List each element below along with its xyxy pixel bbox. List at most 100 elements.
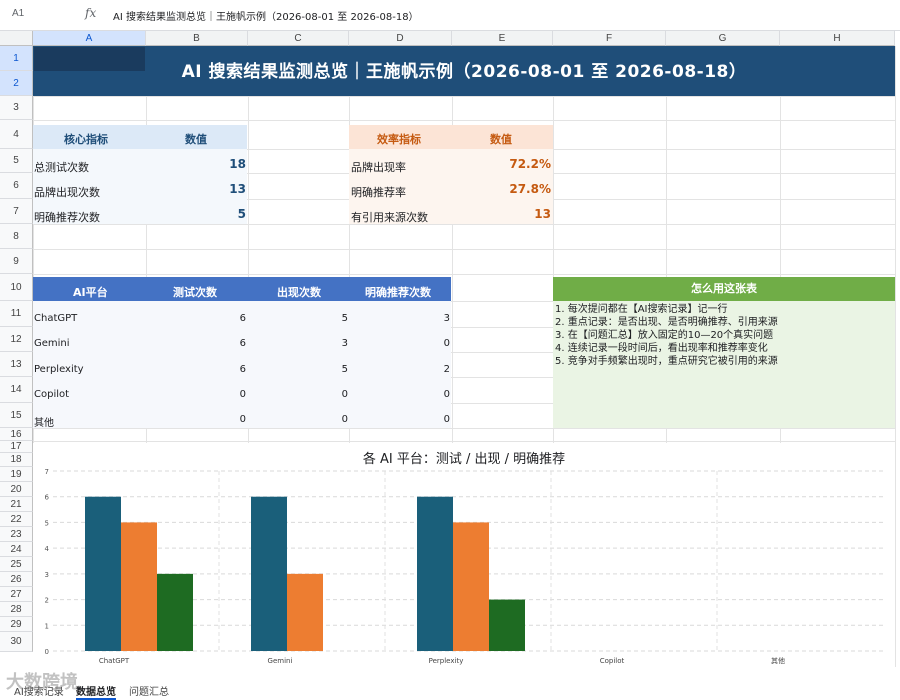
row-header-2[interactable]: 2 xyxy=(0,71,33,96)
core-label-2[interactable]: 品牌出现次数 xyxy=(34,184,100,200)
row-header-17[interactable]: 17 xyxy=(0,441,33,453)
platform-value-cell[interactable]: 0 xyxy=(186,389,246,400)
row-header-4[interactable]: 4 xyxy=(0,120,33,149)
row-header-15[interactable]: 15 xyxy=(0,403,33,428)
row-header-16[interactable]: 16 xyxy=(0,428,33,441)
y-tick-label: 3 xyxy=(45,571,49,579)
row-header-6[interactable]: 6 xyxy=(0,173,33,199)
platform-name-cell[interactable]: Copilot xyxy=(34,389,69,400)
platform-value-cell[interactable]: 6 xyxy=(186,313,246,324)
platform-value-cell[interactable]: 5 xyxy=(288,364,348,375)
column-header-E[interactable]: E xyxy=(452,31,553,46)
row-header-22[interactable]: 22 xyxy=(0,512,33,527)
column-header-B[interactable]: B xyxy=(146,31,248,46)
efficiency-header-label: 效率指标 xyxy=(377,133,421,146)
formula-input[interactable]: AI 搜索结果监测总览｜王施帆示例（2026-08-01 至 2026-08-1… xyxy=(113,8,419,23)
column-header-H[interactable]: H xyxy=(780,31,895,46)
platform-value-cell[interactable]: 6 xyxy=(186,364,246,375)
platform-value-cell[interactable]: 3 xyxy=(390,313,450,324)
column-header-C[interactable]: C xyxy=(248,31,349,46)
platform-value-cell[interactable]: 6 xyxy=(186,338,246,349)
chart-svg: 各 AI 平台：测试 / 出现 / 明确推荐 0 1 2 3 4 5 6 7 ChatGPT Gem… xyxy=(45,451,883,665)
row-header-13[interactable]: 13 xyxy=(0,352,33,377)
howto-line-2: 2. 重点记录：是否出现、是否明确推荐、引用来源 xyxy=(555,317,778,328)
row-header-26[interactable]: 26 xyxy=(0,572,33,587)
select-all-corner[interactable] xyxy=(0,31,33,46)
x-tick-label: Gemini xyxy=(268,657,293,665)
platform-value-cell[interactable]: 0 xyxy=(186,414,246,425)
howto-line-1: 1. 每次提问都在【AI搜索记录】记一行 xyxy=(555,304,728,315)
row-header-7[interactable]: 7 xyxy=(0,199,33,224)
sheet-tab-overview[interactable]: 数据总览 xyxy=(76,683,116,700)
platform-chart[interactable]: 各 AI 平台：测试 / 出现 / 明确推荐 0 1 2 3 4 5 6 7 ChatGPT Gem… xyxy=(33,443,895,671)
sheet-title[interactable]: AI 搜索结果监测总览｜王施帆示例（2026-08-01 至 2026-08-1… xyxy=(33,46,895,96)
row-header-18[interactable]: 18 xyxy=(0,453,33,467)
efficiency-label-2[interactable]: 明确推荐率 xyxy=(351,184,406,200)
x-tick-label: 其他 xyxy=(771,656,785,665)
row-header-8[interactable]: 8 xyxy=(0,224,33,249)
platform-name-cell[interactable]: Gemini xyxy=(34,338,70,349)
core-value-1[interactable]: 18 xyxy=(190,157,246,171)
bar-chatgpt-s2 xyxy=(157,573,193,651)
row-header-10[interactable]: 10 xyxy=(0,274,33,301)
grid-row-line xyxy=(33,224,895,225)
row-header-20[interactable]: 20 xyxy=(0,482,33,497)
core-label-3[interactable]: 明确推荐次数 xyxy=(34,209,100,225)
row-header-1[interactable]: 1 xyxy=(0,46,33,71)
row-header-23[interactable]: 23 xyxy=(0,527,33,542)
efficiency-label-1[interactable]: 品牌出现率 xyxy=(351,159,406,175)
column-header-A[interactable]: A xyxy=(33,31,146,46)
row-header-12[interactable]: 12 xyxy=(0,327,33,352)
selected-cell-highlight xyxy=(34,47,145,71)
efficiency-value-1[interactable]: 72.2% xyxy=(470,157,551,171)
chart-title: 各 AI 平台：测试 / 出现 / 明确推荐 xyxy=(363,451,565,467)
grid-row-line xyxy=(33,96,895,97)
core-header-label: 核心指标 xyxy=(64,133,108,146)
platform-value-cell[interactable]: 5 xyxy=(288,313,348,324)
row-header-9[interactable]: 9 xyxy=(0,249,33,274)
row-header-30[interactable]: 30 xyxy=(0,632,33,652)
column-header-F[interactable]: F xyxy=(553,31,666,46)
howto-line-3: 3. 在【问题汇总】放入固定的10—20个真实问题 xyxy=(555,330,774,341)
platform-name-cell[interactable]: ChatGPT xyxy=(34,313,77,324)
y-tick-label: 5 xyxy=(45,519,49,527)
row-header-11[interactable]: 11 xyxy=(0,301,33,327)
row-header-3[interactable]: 3 xyxy=(0,96,33,120)
row-header-5[interactable]: 5 xyxy=(0,149,33,173)
platform-name-cell[interactable]: Perplexity xyxy=(34,364,84,375)
platform-value-cell[interactable]: 0 xyxy=(288,414,348,425)
row-header-21[interactable]: 21 xyxy=(0,497,33,512)
y-tick-label: 4 xyxy=(45,545,50,553)
row-header-24[interactable]: 24 xyxy=(0,542,33,557)
row-header-25[interactable]: 25 xyxy=(0,557,33,572)
grid-row-line xyxy=(33,428,895,429)
platform-value-cell[interactable]: 0 xyxy=(390,338,450,349)
platform-value-cell[interactable]: 0 xyxy=(390,414,450,425)
row-header-14[interactable]: 14 xyxy=(0,377,33,403)
column-header-G[interactable]: G xyxy=(666,31,780,46)
platform-value-cell[interactable]: 0 xyxy=(390,389,450,400)
efficiency-value-3[interactable]: 13 xyxy=(470,207,551,221)
row-header-19[interactable]: 19 xyxy=(0,467,33,482)
core-label-1[interactable]: 总测试次数 xyxy=(34,159,89,175)
platform-name-cell[interactable]: 其他 xyxy=(34,414,54,429)
row-header-29[interactable]: 29 xyxy=(0,617,33,632)
core-value-2[interactable]: 13 xyxy=(190,182,246,196)
sheet-tab-questions[interactable]: 问题汇总 xyxy=(129,683,169,698)
platform-table-header-row: AI平台 测试次数 出现次数 明确推荐次数 xyxy=(33,277,451,301)
y-tick-label: 1 xyxy=(45,622,49,630)
platform-value-cell[interactable]: 2 xyxy=(390,364,450,375)
cell-reference[interactable]: A1 xyxy=(12,8,24,19)
platform-value-cell[interactable]: 0 xyxy=(288,389,348,400)
howto-header[interactable]: 怎么用这张表 xyxy=(553,277,895,301)
row-header-28[interactable]: 28 xyxy=(0,602,33,617)
th-recommend: 明确推荐次数 xyxy=(365,286,431,299)
grid-row-line xyxy=(33,249,895,250)
core-value-3[interactable]: 5 xyxy=(190,207,246,221)
column-header-D[interactable]: D xyxy=(349,31,452,46)
row-header-27[interactable]: 27 xyxy=(0,587,33,602)
efficiency-label-3[interactable]: 有引用来源次数 xyxy=(351,209,428,225)
platform-value-cell[interactable]: 3 xyxy=(288,338,348,349)
efficiency-value-2[interactable]: 27.8% xyxy=(470,182,551,196)
th-tests: 测试次数 xyxy=(173,286,217,299)
